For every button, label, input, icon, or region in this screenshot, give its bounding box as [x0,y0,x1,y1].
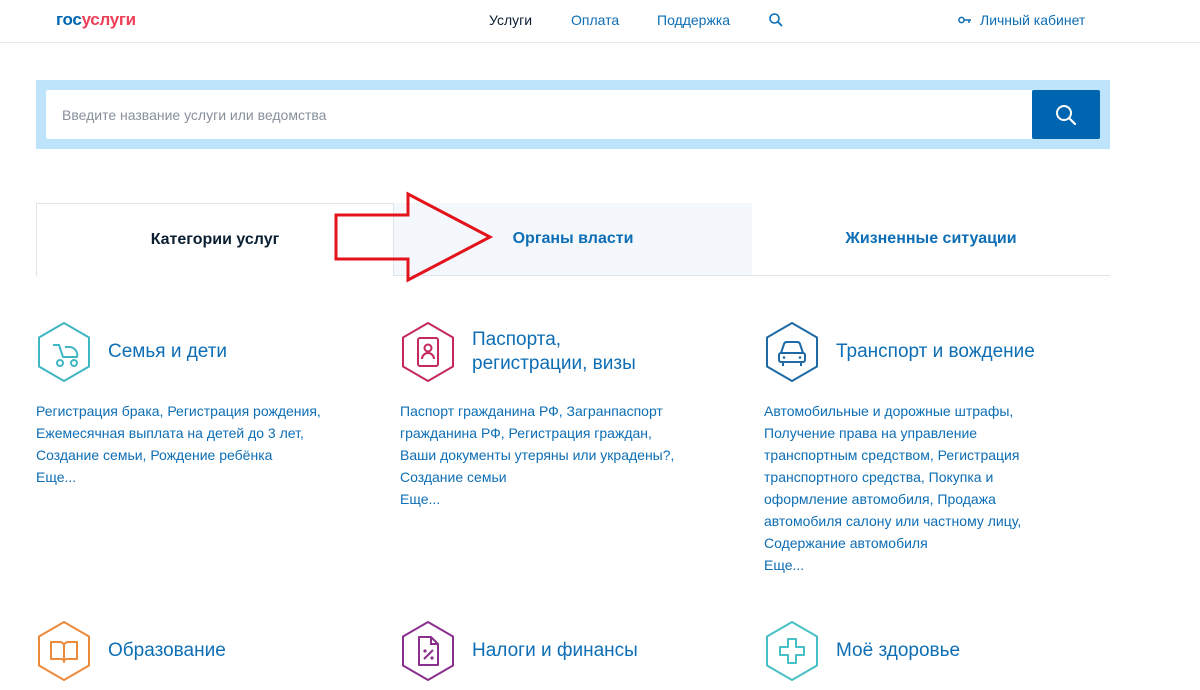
category-link-line[interactable]: Создание семьи [400,466,730,488]
tab-life-situations[interactable]: Жизненные ситуации [752,203,1110,276]
category-link-line[interactable]: гражданина РФ, Регистрация граждан, [400,422,730,444]
category-link-line[interactable]: Ваши документы утеряны или украдены?, [400,444,730,466]
category-education: Образование [36,620,376,682]
category-link-line[interactable]: Создание семьи, Рождение ребёнка [36,444,366,466]
nav-support-link[interactable]: Поддержка [657,12,730,28]
category-link-line[interactable]: Получение права на управление [764,422,1094,444]
more-link[interactable]: Еще... [764,554,1094,576]
category-link-line[interactable]: Регистрация брака, Регистрация рождения, [36,400,366,422]
category-family-children: Семья и дети Регистрация брака, Регистра… [36,321,376,488]
category-taxes-finance: Налоги и финансы [400,620,740,682]
search-button[interactable] [1032,90,1100,139]
category-title-line: Семья и дети [108,341,228,362]
more-link[interactable]: Еще... [36,466,366,488]
catalog-tabs: Категории услуг Органы власти Жизненные … [36,203,1110,276]
baby-stroller-icon[interactable] [36,321,92,383]
category-passports-visas: Паспорта, регистрации, визы Паспорт граж… [400,321,740,510]
more-link[interactable]: Еще... [400,488,730,510]
tab-government-bodies[interactable]: Органы власти [394,203,752,276]
category-links: Регистрация брака, Регистрация рождения,… [36,400,366,488]
category-title-line: Моё здоровье [836,640,961,661]
category-title[interactable]: Семья и дети [108,340,227,364]
book-icon[interactable] [36,620,92,682]
search-bar [36,80,1110,149]
logo-part-uslugi: услуги [81,10,137,29]
category-my-health: Моё здоровье [764,620,1104,682]
category-title-line: Паспорта, [472,329,562,350]
car-icon[interactable] [764,321,820,383]
category-title[interactable]: Образование [108,639,226,663]
category-link-line[interactable]: Автомобильные и дорожные штрафы, [764,400,1094,422]
gosuslugi-logo[interactable]: госуслуги [56,10,136,30]
category-link-line[interactable]: Содержание автомобиля [764,532,1094,554]
category-link-line[interactable]: автомобиля салону или частному лицу, [764,510,1094,532]
category-title-line: регистрации, визы [472,353,636,374]
service-search-input[interactable] [46,90,1032,139]
site-header: госуслуги Услуги Оплата Поддержка Личный… [0,0,1200,43]
category-link-line[interactable]: оформление автомобиля, Продажа [764,488,1094,510]
category-links: Автомобильные и дорожные штрафы, Получен… [764,400,1094,576]
key-icon [958,16,971,24]
category-link-line[interactable]: Ежемесячная выплата на детей до 3 лет, [36,422,366,444]
search-icon[interactable] [768,12,784,28]
tax-document-icon[interactable] [400,620,456,682]
category-links: Паспорт гражданина РФ, Загранпаспорт гра… [400,400,730,510]
medical-cross-icon[interactable] [764,620,820,682]
category-link-line[interactable]: Паспорт гражданина РФ, Загранпаспорт [400,400,730,422]
category-title[interactable]: Моё здоровье [836,639,960,663]
category-transport-driving: Транспорт и вождение Автомобильные и дор… [764,321,1104,576]
category-title-line: Транспорт и вождение [836,341,1035,362]
tab-service-categories[interactable]: Категории услуг [36,203,394,276]
category-title[interactable]: Налоги и финансы [472,639,638,663]
category-link-line[interactable]: транспортного средства, Покупка и [764,466,1094,488]
search-icon [1056,104,1077,125]
nav-services-link[interactable]: Услуги [489,12,532,28]
category-link-line[interactable]: транспортным средством, Регистрация [764,444,1094,466]
category-title-line: Образование [108,640,226,661]
logo-part-gos: гос [56,10,82,29]
nav-payment-link[interactable]: Оплата [571,12,619,28]
category-title[interactable]: Транспорт и вождение [836,340,1035,364]
personal-account-label: Личный кабинет [980,12,1086,28]
category-title[interactable]: Паспорта, регистрации, визы [472,328,636,376]
category-title-line: Налоги и финансы [472,640,638,661]
passport-icon[interactable] [400,321,456,383]
personal-account-link[interactable]: Личный кабинет [958,11,1085,29]
